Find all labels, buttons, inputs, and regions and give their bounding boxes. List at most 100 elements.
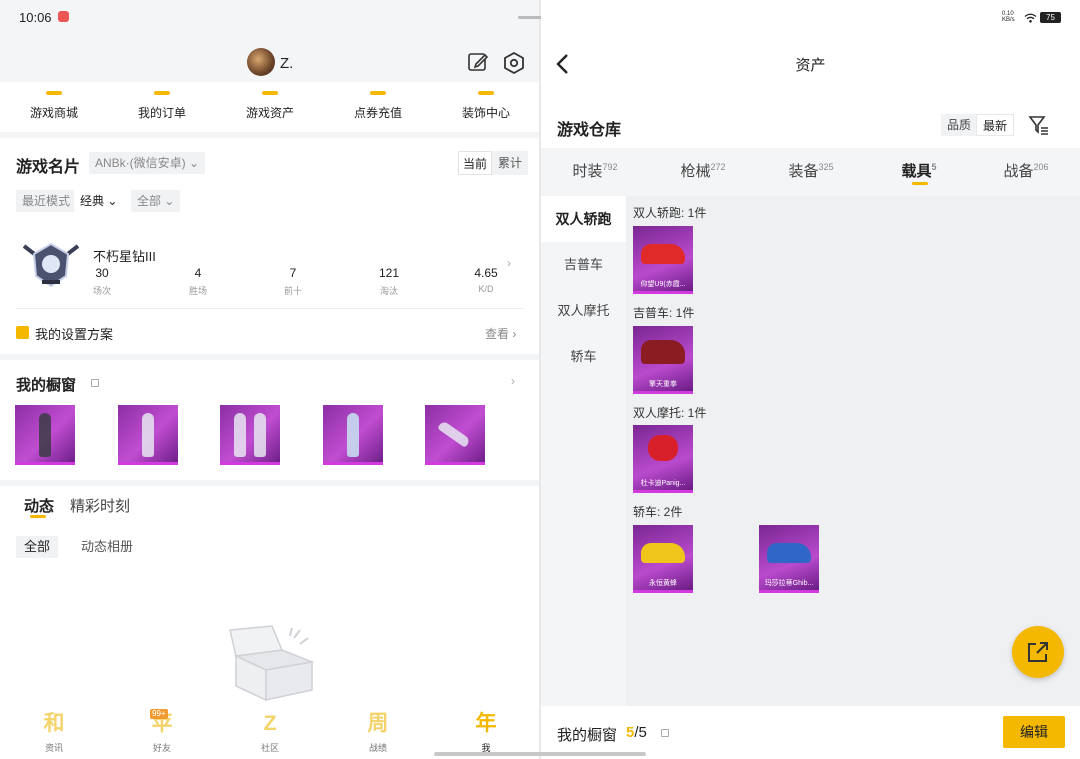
subnav-jeep[interactable]: 吉普车 <box>541 242 626 288</box>
vehicle-item[interactable]: 杜卡迪Panig... <box>633 425 693 493</box>
lock-icon <box>661 729 669 737</box>
filter-icon[interactable] <box>1028 114 1050 136</box>
vehicle-item[interactable]: 永恒黄蜂 <box>633 525 693 593</box>
outfit-figure <box>234 413 246 457</box>
subnav-motorbike[interactable]: 双人摩托 <box>541 288 626 334</box>
settings-plan-icon <box>16 326 29 339</box>
outfit-figure <box>347 413 359 457</box>
community-icon: Z <box>263 712 277 735</box>
battery-icon: 75 <box>1040 12 1061 23</box>
vehicle-item[interactable]: 玛莎拉蒂Ghib... <box>759 525 819 593</box>
notification-icon <box>58 11 69 22</box>
showcase-item[interactable] <box>15 405 75 465</box>
subnav-sedan[interactable]: 轿车 <box>541 334 626 380</box>
mode-label: 最近模式 <box>16 190 77 212</box>
sort-quality[interactable]: 品质 <box>941 114 978 136</box>
empty-box-icon <box>229 625 315 702</box>
tab-supplies[interactable]: 战备206 <box>972 160 1080 181</box>
nav-friends[interactable]: 苹 99+ 好友 <box>108 706 216 759</box>
nav-community[interactable]: Z 社区 <box>216 706 324 759</box>
assets-pane: 0.10 KB/s 75 资产 游戏仓库 品质 最新 时装792 枪械272 装备… <box>541 0 1080 759</box>
tab-indicator <box>912 182 928 185</box>
namecard-title: 游戏名片 <box>16 159 81 176</box>
settings-plan-view-link[interactable]: 查看 › <box>485 325 516 342</box>
tab-moments[interactable]: 动态 <box>24 495 54 516</box>
settings-plan-label: 我的设置方案 <box>35 327 114 342</box>
stat-matches: 30 场次 <box>92 266 111 296</box>
chevron-right-icon[interactable]: › <box>507 256 511 270</box>
quick-nav: 游戏商城 我的订单 游戏资产 点券充值 装饰中心 <box>0 82 540 132</box>
jeep-icon <box>641 340 685 364</box>
store-icon <box>46 91 62 95</box>
weapon-figure <box>437 420 471 448</box>
tab-weapons[interactable]: 枪械272 <box>649 160 757 181</box>
tab-outfits[interactable]: 时装792 <box>541 160 649 181</box>
quicknav-recharge[interactable]: 点券充值 <box>324 82 432 132</box>
assets-icon <box>262 91 278 95</box>
decor-icon <box>478 91 494 95</box>
warehouse-title: 游戏仓库 <box>557 122 622 139</box>
vehicle-item[interactable]: 仰望U9(赤霞... <box>633 226 693 294</box>
feed-card: 动态 精彩时刻 全部 动态相册 <box>0 486 540 706</box>
system-status-icons: 0.10 KB/s 75 <box>1002 11 1062 25</box>
group-title-sedan: 轿车: 2件 <box>633 505 683 519</box>
quicknav-game-store[interactable]: 游戏商城 <box>0 82 108 132</box>
group-title-motorbike: 双人摩托: 1件 <box>633 406 707 420</box>
tab-indicator <box>30 515 46 518</box>
nav-records[interactable]: 周战绩 <box>324 706 432 759</box>
segment-cumulative[interactable]: 累计 <box>492 151 528 175</box>
home-indicator[interactable] <box>434 752 646 756</box>
showcase-item[interactable] <box>425 405 485 465</box>
showcase-count: 5/5 <box>626 724 647 741</box>
lock-icon <box>91 379 99 387</box>
mode-selector[interactable]: 经典 ⌄ <box>74 190 124 212</box>
recharge-icon <box>370 91 386 95</box>
divider <box>16 308 524 309</box>
vehicle-subnav: 双人轿跑 吉普车 双人摩托 轿车 <box>541 196 626 706</box>
share-button[interactable] <box>1012 626 1064 678</box>
quicknav-decor-center[interactable]: 装饰中心 <box>432 82 540 132</box>
group-title-coupe: 双人轿跑: 1件 <box>633 206 707 220</box>
avatar[interactable] <box>247 48 275 76</box>
chevron-right-icon[interactable]: › <box>511 374 515 388</box>
settings-icon[interactable] <box>502 51 526 75</box>
vehicle-item[interactable]: 擎天重拳 <box>633 326 693 394</box>
car-icon <box>641 244 685 264</box>
subnav-coupe[interactable]: 双人轿跑 <box>541 196 626 242</box>
filter-all[interactable]: 全部 <box>16 536 59 558</box>
orders-icon <box>154 91 170 95</box>
wifi-icon <box>1024 13 1037 23</box>
edit-button[interactable]: 编辑 <box>1003 716 1065 748</box>
news-icon: 和 <box>43 712 65 735</box>
account-selector[interactable]: ANBk·(微信安卓) ⌄ <box>89 152 206 174</box>
showcase-item[interactable] <box>220 405 280 465</box>
nav-news[interactable]: 和资讯 <box>0 706 108 759</box>
category-tabs: 时装792 枪械272 装备325 载具5 战备206 <box>541 148 1080 196</box>
sort-newest[interactable]: 最新 <box>976 114 1015 136</box>
filter-album[interactable]: 动态相册 <box>73 536 141 558</box>
showcase-title: 我的橱窗 <box>16 377 77 394</box>
group-title-jeep: 吉普车: 1件 <box>633 306 695 320</box>
status-bar: 10:06 <box>0 0 540 36</box>
tab-equipment[interactable]: 装备325 <box>757 160 865 181</box>
share-icon <box>1028 642 1048 662</box>
outfit-figure <box>254 413 266 457</box>
edit-icon[interactable] <box>467 51 489 73</box>
profile-pane: 10:06 Z. 游戏商城 我的订单 游戏资产 点券充值 装饰中心 游戏名片 A… <box>0 0 540 759</box>
segment-current[interactable]: 当前 <box>458 151 492 175</box>
tab-highlights[interactable]: 精彩时刻 <box>70 495 130 516</box>
outfit-figure <box>142 413 154 457</box>
showcase-item[interactable] <box>118 405 178 465</box>
page-title: 资产 <box>795 57 826 74</box>
stat-eliminations: 121 淘汰 <box>378 266 400 296</box>
quicknav-game-assets[interactable]: 游戏资产 <box>216 82 324 132</box>
showcase-card: 我的橱窗 › <box>0 360 540 480</box>
outfit-figure <box>39 413 51 457</box>
clock: 10:06 <box>19 10 52 25</box>
game-namecard: 游戏名片 ANBk·(微信安卓) ⌄ 当前 累计 最近模式 经典 ⌄ 全部 ⌄ … <box>0 138 540 354</box>
scope-selector[interactable]: 全部 ⌄ <box>131 190 181 212</box>
showcase-item[interactable] <box>323 405 383 465</box>
tab-vehicles[interactable]: 载具5 <box>865 160 973 181</box>
motorbike-icon <box>648 435 678 461</box>
quicknav-my-orders[interactable]: 我的订单 <box>108 82 216 132</box>
